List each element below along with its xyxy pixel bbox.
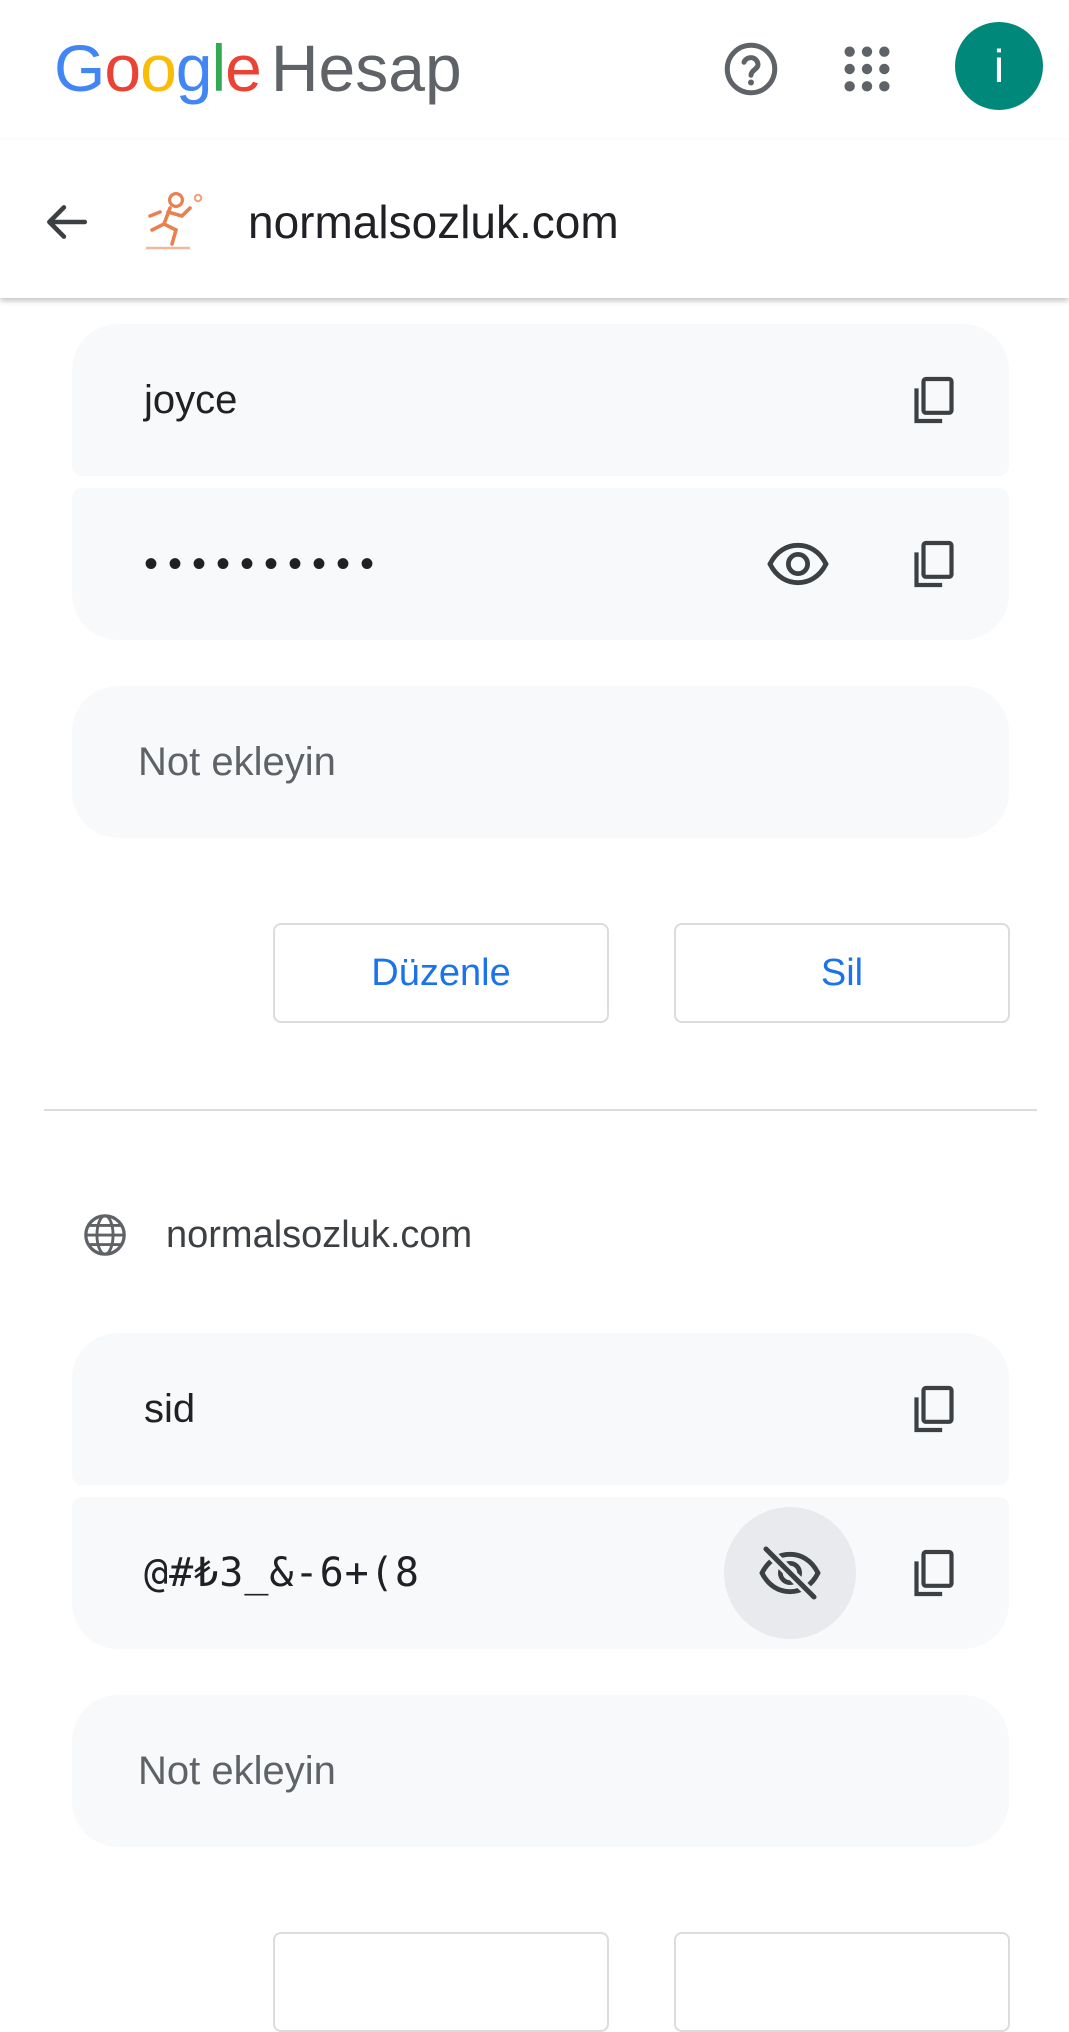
runner-logo-icon: [146, 191, 203, 250]
note-placeholder: Not ekleyin: [138, 1748, 336, 1793]
delete-button[interactable]: Sil: [674, 923, 1010, 1023]
logo-letter: G: [54, 31, 105, 105]
account-avatar[interactable]: i: [955, 22, 1043, 110]
back-button[interactable]: [30, 186, 102, 258]
product-name: Hesap: [270, 31, 462, 105]
logo-letter: l: [211, 31, 227, 105]
site-group-header: normalsozluk.com: [82, 1200, 472, 1270]
eye-off-icon: [759, 1545, 821, 1601]
delete-button[interactable]: [674, 1932, 1010, 2032]
copy-icon: [914, 540, 954, 588]
username-field: joyce: [72, 324, 1009, 476]
page-title: normalsozluk.com: [248, 196, 619, 248]
note-field[interactable]: Not ekleyin: [72, 1695, 1009, 1847]
logo-letter: o: [104, 31, 141, 105]
edit-button[interactable]: Düzenle: [273, 923, 609, 1023]
edit-button[interactable]: [273, 1932, 609, 2032]
show-password-button[interactable]: [756, 522, 840, 606]
globe-icon: [84, 1214, 126, 1256]
copy-username-button[interactable]: [892, 1367, 976, 1451]
site-favicon: [138, 186, 210, 258]
copy-password-button[interactable]: [892, 522, 976, 606]
help-button[interactable]: [717, 35, 785, 103]
password-masked-value: ••••••••••: [144, 541, 385, 586]
google-account-logo[interactable]: Google Hesap: [54, 28, 462, 108]
note-placeholder: Not ekleyin: [138, 739, 336, 784]
copy-icon: [914, 1549, 954, 1597]
logo-letter: o: [140, 31, 177, 105]
apps-button[interactable]: [833, 35, 901, 103]
username-value: joyce: [144, 377, 238, 422]
username-field: sid: [72, 1333, 1009, 1485]
copy-icon: [914, 376, 954, 424]
copy-password-button[interactable]: [892, 1531, 976, 1615]
password-value: @#₺3_&-6+(8: [144, 1550, 420, 1596]
username-value: sid: [144, 1386, 196, 1431]
hide-password-button[interactable]: [724, 1507, 856, 1639]
help-circle-icon: [724, 42, 778, 96]
divider: [44, 1109, 1037, 1111]
password-field: ••••••••••: [72, 488, 1009, 640]
arrow-back-icon: [47, 205, 88, 239]
copy-icon: [914, 1385, 954, 1433]
apps-grid-icon: [844, 46, 890, 92]
password-field: @#₺3_&-6+(8: [72, 1497, 1009, 1649]
logo-letter: e: [225, 31, 262, 105]
copy-username-button[interactable]: [892, 358, 976, 442]
logo-letter: g: [175, 31, 213, 105]
site-group-label: normalsozluk.com: [166, 1213, 473, 1256]
note-field[interactable]: Not ekleyin: [72, 686, 1009, 838]
eye-icon: [767, 542, 829, 586]
